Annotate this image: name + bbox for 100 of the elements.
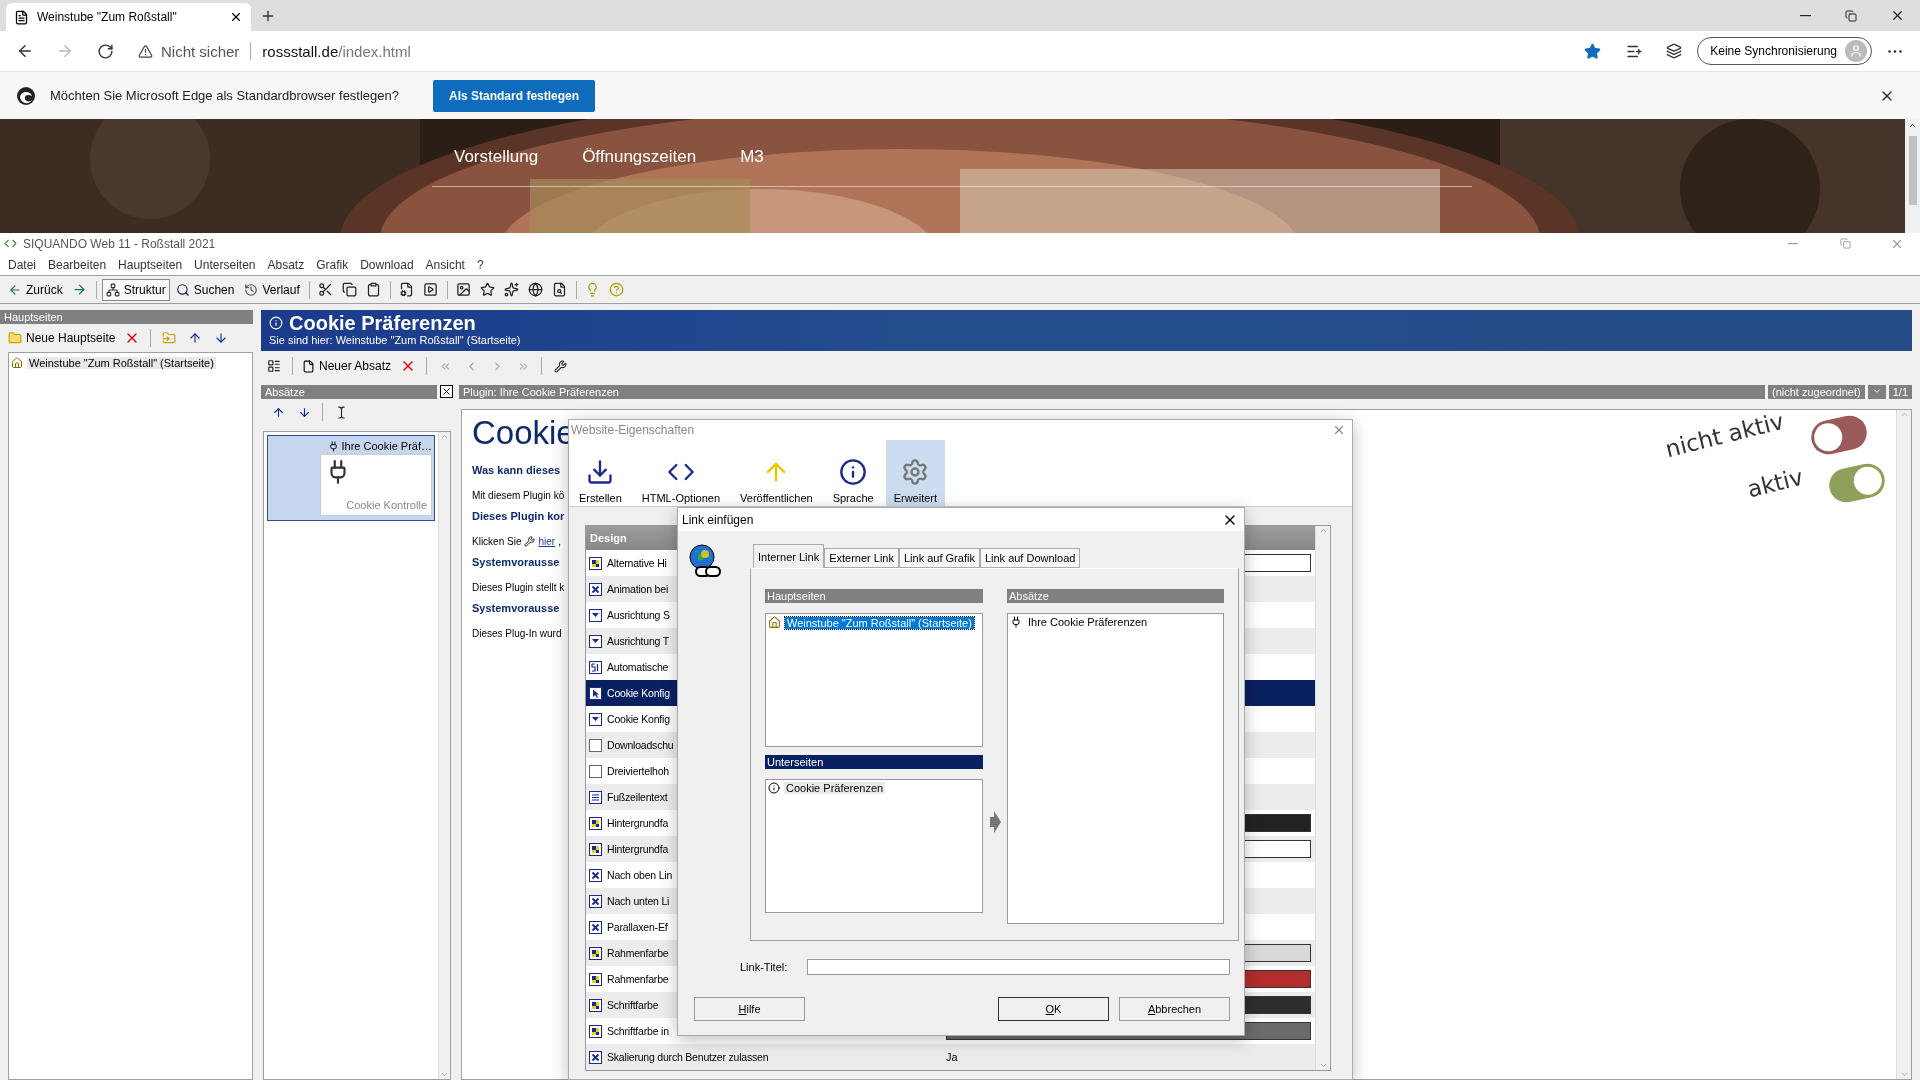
color-type-icon <box>589 998 602 1012</box>
tab[interactable]: Link auf Download <box>979 548 1081 568</box>
property-label: Dreiviertelhoh <box>607 765 669 777</box>
list-item[interactable]: Ihre Cookie Präferenzen <box>1026 616 1150 628</box>
select-type-icon <box>589 712 602 726</box>
property-row[interactable]: Skalierung durch Benutzer zulassen Ja <box>586 1044 1315 1070</box>
dropdown-button[interactable] <box>1867 385 1886 399</box>
list-item[interactable]: Cookie Präferenzen <box>784 782 886 794</box>
text-type-icon <box>589 790 602 804</box>
address-field[interactable]: rossstall.de/index.html <box>262 42 411 60</box>
link[interactable]: hier <box>538 535 556 547</box>
property-label: Hintergrundfa <box>607 817 669 829</box>
menu-item[interactable]: Download <box>354 257 420 272</box>
settings-tab[interactable]: Erweitert <box>885 440 946 506</box>
up-arrow-icon <box>271 405 285 419</box>
select-type-icon <box>589 634 602 648</box>
link-title-field[interactable] <box>807 959 1230 975</box>
security-label: Nicht sicher <box>161 42 240 60</box>
dialog-button[interactable]: OK <box>998 997 1109 1021</box>
gears-icon <box>901 458 930 486</box>
tab-title: Weinstube "Zum Roßstall" <box>37 10 178 24</box>
image-icon <box>456 282 472 297</box>
folder-icon <box>162 331 177 345</box>
scrollbar[interactable] <box>1896 410 1911 1079</box>
back-arrow-icon <box>8 282 22 297</box>
menu-item[interactable]: Datei <box>2 257 42 272</box>
home-icon <box>768 616 781 629</box>
info-icon <box>269 316 283 330</box>
page-count: 1/1 <box>1888 385 1912 399</box>
dialog-title: Website-Eigenschaften <box>571 423 695 437</box>
edge-logo-icon <box>16 85 36 106</box>
dialog-button[interactable]: Abbrechen <box>1119 997 1230 1021</box>
close-icon[interactable] <box>440 385 453 398</box>
property-label: Nach unten Li <box>607 895 670 907</box>
nav-link[interactable]: M3 <box>740 147 764 169</box>
dialog-button[interactable]: Hilfe <box>694 997 805 1021</box>
nav-link[interactable]: Öffnungszeiten <box>582 147 697 169</box>
nav-link[interactable]: Vorstellung <box>454 147 539 169</box>
toolbar-button[interactable]: Suchen <box>171 278 239 301</box>
wrench-icon <box>524 535 536 547</box>
settings-tab[interactable]: Veröffentlichen <box>732 440 821 506</box>
assignment-dropdown[interactable]: (nicht zugeordnet) <box>1768 385 1865 399</box>
paragraph-icon <box>1010 616 1022 628</box>
field-label: Link-Titel: <box>740 961 788 973</box>
property-label: Automatische <box>607 661 669 673</box>
thumbnail-caption: Cookie Kontrolle <box>346 499 427 511</box>
structure-icon <box>105 282 120 297</box>
paragraph-card[interactable]: Ihre Cookie Präf… Cookie Kontrolle <box>267 435 435 521</box>
list-box[interactable]: Cookie Präferenzen <box>765 779 983 913</box>
forward-arrow-icon <box>72 282 88 297</box>
close-icon[interactable] <box>229 10 243 24</box>
toolbar-button[interactable]: Zurück <box>4 278 67 301</box>
settings-tab[interactable]: Sprache <box>824 440 882 506</box>
sync-button[interactable]: Keine Synchronisierung <box>1697 37 1872 65</box>
list-box[interactable]: Weinstube "Zum Roßstall" (Startseite) <box>765 613 983 747</box>
favorite-star-icon[interactable] <box>1584 42 1602 60</box>
scrollbar[interactable] <box>438 432 450 1079</box>
menu-item[interactable]: Ansicht <box>419 257 471 272</box>
settings-tab[interactable]: Erstellen <box>571 440 630 506</box>
toolbar-button[interactable]: Struktur <box>101 278 170 301</box>
menu-item[interactable]: Unterseiten <box>188 257 262 272</box>
menu-item[interactable]: Bearbeiten <box>42 257 113 272</box>
content-heading: Systemvorausse <box>472 602 561 616</box>
menu-item[interactable]: Grafik <box>310 257 355 272</box>
content-heading: Was kann dieses <box>472 464 562 478</box>
home-icon <box>11 357 23 369</box>
property-label: Skalierung durch Benutzer zulassen <box>607 1051 769 1063</box>
property-label: Animation bei <box>607 583 669 595</box>
list-box[interactable]: Ihre Cookie Präferenzen <box>1007 613 1224 924</box>
tab[interactable]: Interner Link <box>753 544 825 568</box>
property-label: Alternative Hi <box>607 557 667 569</box>
preview-icon <box>423 282 439 297</box>
set-default-button[interactable]: Als Standard festlegen <box>433 79 596 112</box>
star-icon <box>480 282 496 297</box>
list-item[interactable]: Weinstube "Zum Roßstall" (Startseite) <box>785 616 974 629</box>
scroll-up-icon <box>1908 121 1917 130</box>
new-paragraph-button[interactable]: Neuer Absatz <box>300 356 394 376</box>
tab[interactable]: Link auf Grafik <box>898 548 980 568</box>
tree-item[interactable]: Weinstube "Zum Roßstall" (Startseite) <box>27 357 216 369</box>
minimize-icon <box>1799 14 1811 17</box>
scroll-down-icon <box>1318 1061 1328 1070</box>
tab[interactable]: Externer Link <box>824 548 899 568</box>
dialog-title: Link einfügen <box>682 512 754 527</box>
page-icon <box>14 9 29 25</box>
menu-item[interactable]: Hauptseiten <box>112 257 189 272</box>
content-text: Dieses Plug-In wurd <box>472 627 562 639</box>
minimize-icon <box>1788 242 1798 245</box>
browser-tab[interactable]: Weinstube "Zum Roßstall" <box>6 3 251 31</box>
color-type-icon <box>589 816 602 830</box>
menu-item[interactable]: Absatz <box>261 257 311 272</box>
select-type-icon <box>589 608 602 622</box>
scrollbar[interactable] <box>1315 526 1330 1070</box>
search-icon <box>175 282 190 297</box>
menu-item[interactable]: ? <box>470 257 490 272</box>
new-main-page-button[interactable]: Neue Hauptseite <box>6 328 118 348</box>
content-heading: Systemvorausse <box>472 556 561 570</box>
list-header: Absätze <box>1007 589 1224 603</box>
toolbar-button[interactable]: Verlauf <box>240 278 304 301</box>
settings-tab[interactable]: HTML-Optionen <box>633 440 729 506</box>
info-page-icon <box>768 782 780 794</box>
